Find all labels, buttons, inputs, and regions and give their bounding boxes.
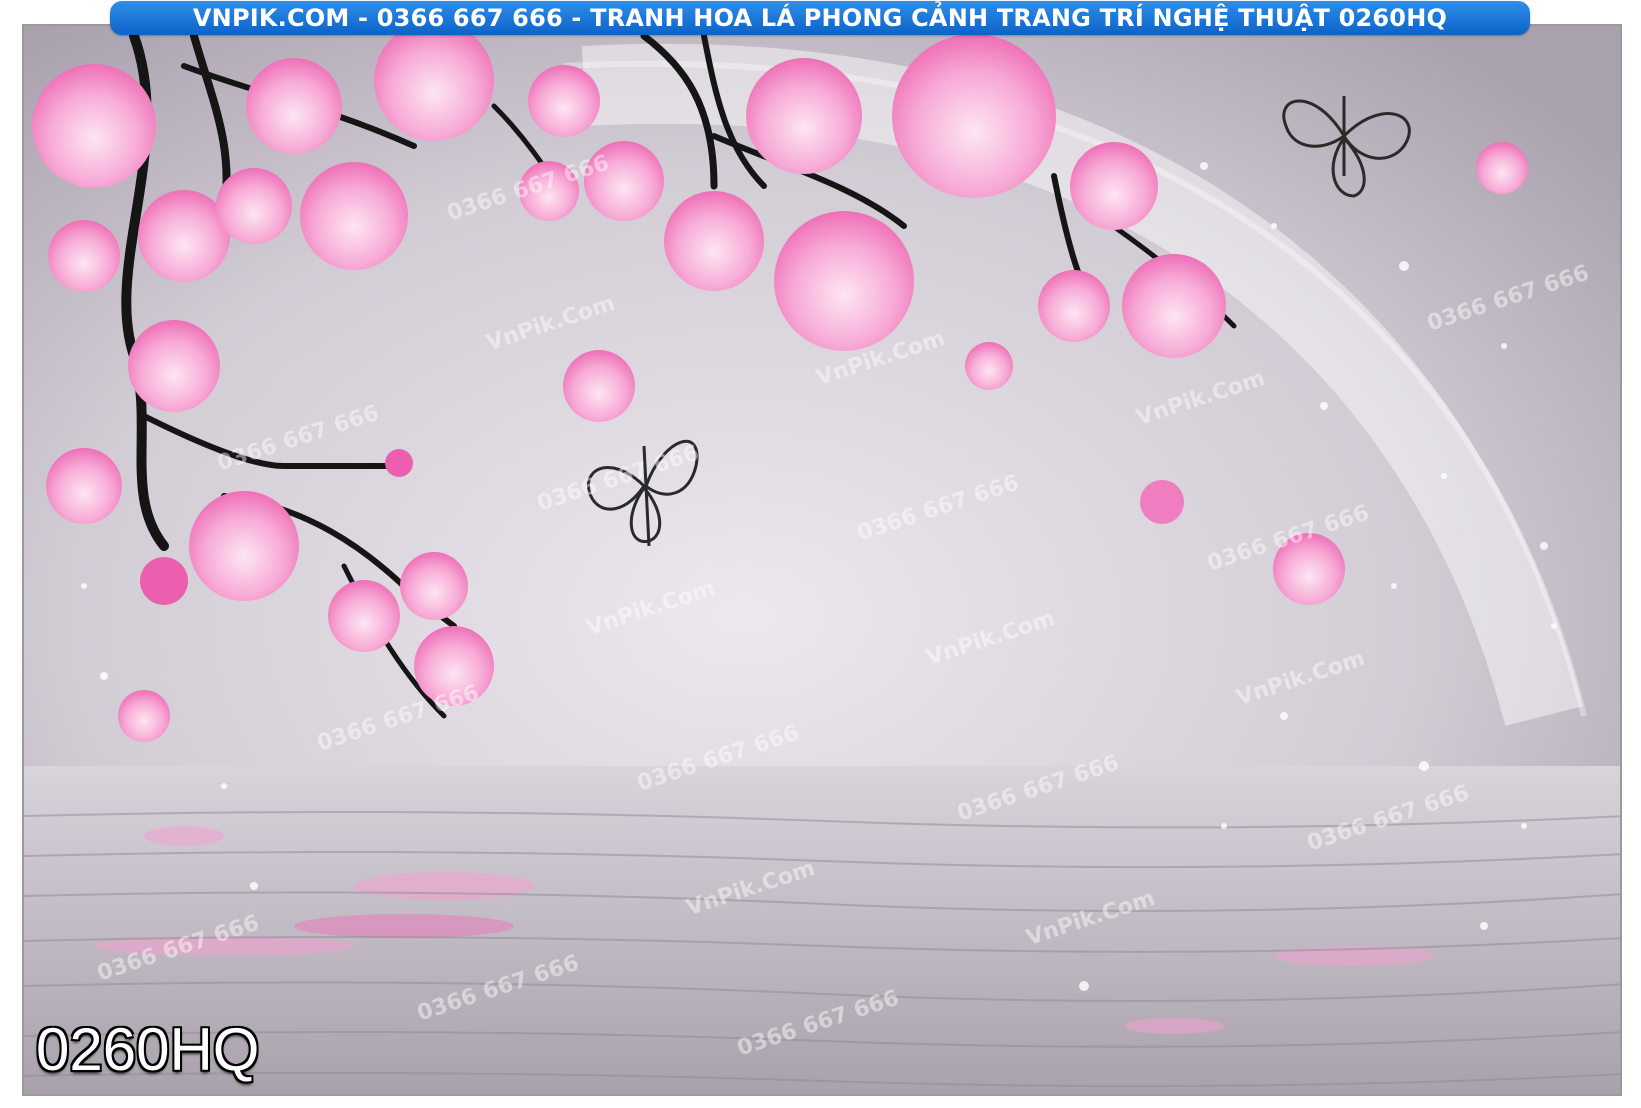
blossom-scene <box>24 26 1620 1094</box>
product-code: 0260HQ <box>36 1016 260 1083</box>
artwork-frame: VnPik.Com VnPik.Com VnPik.Com VnPik.Com … <box>0 0 1641 1108</box>
title-banner: VNPIK.COM - 0366 667 666 - TRANH HOA LÁ … <box>110 1 1530 35</box>
artwork-image: VnPik.Com VnPik.Com VnPik.Com VnPik.Com … <box>22 24 1622 1096</box>
